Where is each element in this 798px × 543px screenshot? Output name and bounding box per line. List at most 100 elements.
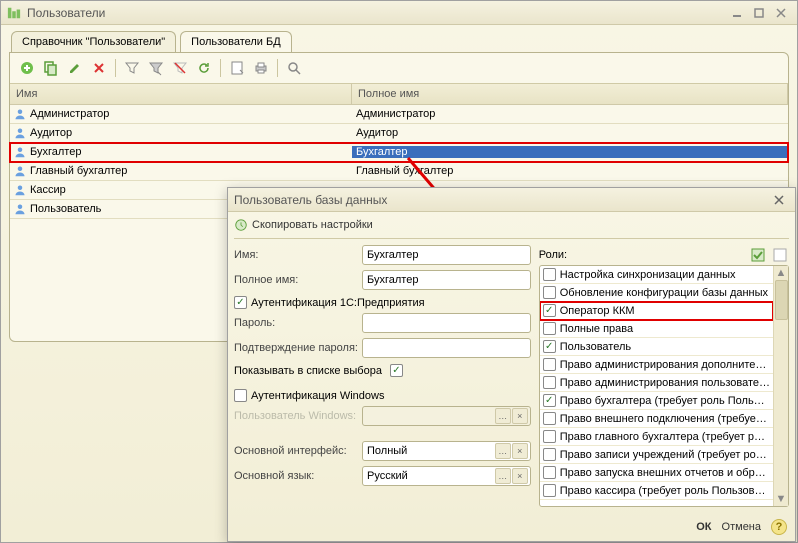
separator [115,59,116,77]
search-button[interactable] [283,57,305,79]
role-row[interactable]: Право запуска внешних отчетов и обр… [540,464,773,482]
main-lang-open-button[interactable]: … [495,468,511,484]
auth-1c-row[interactable]: Аутентификация 1С:Предприятия [234,296,531,309]
dialog-close-button[interactable] [769,192,789,208]
cell-name: Главный бухгалтер [10,165,352,177]
separator [220,59,221,77]
role-row[interactable]: Право внешнего подключения (требуе… [540,410,773,428]
dialog-title: Пользователь базы данных [234,193,767,207]
copy-button[interactable] [40,57,62,79]
role-row[interactable]: Обновление конфигурации базы данных [540,284,773,302]
main-lang-select[interactable]: Русский … × [362,466,531,486]
dialog-left-column: Имя: Полное имя: Аутентификация 1С:Предп… [234,245,531,507]
main-lang-clear-button[interactable]: × [512,468,528,484]
role-checkbox[interactable] [543,484,556,497]
output-button[interactable] [226,57,248,79]
table-row[interactable]: АудиторАудитор [10,124,788,143]
roles-scrollbar[interactable]: ▲ ▼ [773,266,788,506]
cell-fullname: Администратор [352,108,788,120]
role-row[interactable]: Право записи учреждений (требует ро… [540,446,773,464]
cancel-button[interactable]: Отмена [722,521,761,533]
tab-reference-users[interactable]: Справочник "Пользователи" [11,31,176,52]
scroll-thumb[interactable] [775,280,788,320]
dialog-footer: ОК Отмена ? [696,519,787,535]
role-checkbox[interactable] [543,304,556,317]
table-row[interactable]: АдминистраторАдминистратор [10,105,788,124]
role-checkbox[interactable] [543,358,556,371]
app-icon [7,6,21,20]
roles-uncheck-all-button[interactable] [771,246,789,264]
copy-settings-icon [234,218,248,232]
role-label: Право главного бухгалтера (требует р… [560,431,765,443]
refresh-button[interactable] [193,57,215,79]
table-row[interactable]: БухгалтерБухгалтер [10,143,788,162]
close-button[interactable] [771,5,791,21]
scroll-down-icon[interactable]: ▼ [775,492,788,506]
main-interface-select[interactable]: Полный … × [362,441,531,461]
delete-button[interactable] [88,57,110,79]
filter-button-2[interactable] [145,57,167,79]
print-button[interactable] [250,57,272,79]
ok-button[interactable]: ОК [696,521,711,533]
role-checkbox[interactable] [543,376,556,389]
separator [277,59,278,77]
role-checkbox[interactable] [543,394,556,407]
show-in-list-checkbox[interactable] [390,364,403,377]
dialog-toolbar: Скопировать настройки [234,216,789,239]
role-row[interactable]: Оператор ККМ [540,302,773,320]
main-interface-open-button[interactable]: … [495,443,511,459]
table-row[interactable]: Главный бухгалтерГлавный бухгалтер [10,162,788,181]
db-user-dialog: Пользователь базы данных Скопировать нас… [227,187,796,542]
main-interface-value: Полный [367,445,407,457]
help-button[interactable]: ? [771,519,787,535]
copy-settings-button[interactable]: Скопировать настройки [234,218,373,232]
role-checkbox[interactable] [543,340,556,353]
role-checkbox[interactable] [543,448,556,461]
name-input[interactable] [362,245,531,265]
role-row[interactable]: Право кассира (требует роль Пользов… [540,482,773,500]
add-button[interactable] [16,57,38,79]
roles-listbox: Настройка синхронизации данных Обновление… [539,265,789,507]
dialog-titlebar: Пользователь базы данных [228,188,795,212]
role-checkbox[interactable] [543,322,556,335]
role-label: Обновление конфигурации базы данных [560,287,768,299]
win-user-select-button[interactable]: … [495,408,511,424]
role-checkbox[interactable] [543,466,556,479]
show-in-list-row[interactable]: Показывать в списке выбора [234,364,531,377]
minimize-button[interactable] [727,5,747,21]
fullname-input[interactable] [362,270,531,290]
role-row[interactable]: Право бухгалтера (требует роль Поль… [540,392,773,410]
auth-win-row[interactable]: Аутентификация Windows [234,389,531,402]
role-row[interactable]: Право администрирования пользовате… [540,374,773,392]
role-row[interactable]: Право администрирования дополните… [540,356,773,374]
password-input[interactable] [362,313,531,333]
role-row[interactable]: Полные права [540,320,773,338]
main-interface-clear-button[interactable]: × [512,443,528,459]
column-fullname-header[interactable]: Полное имя [352,84,788,104]
roles-check-all-button[interactable] [749,246,767,264]
column-name-header[interactable]: Имя [10,84,352,104]
main-lang-label: Основной язык: [234,470,362,482]
role-checkbox[interactable] [543,286,556,299]
password-confirm-input[interactable] [362,338,531,358]
tab-db-users[interactable]: Пользователи БД [180,31,292,52]
role-row[interactable]: Право главного бухгалтера (требует р… [540,428,773,446]
role-row[interactable]: Пользователь [540,338,773,356]
filter-button[interactable] [121,57,143,79]
auth-win-checkbox[interactable] [234,389,247,402]
maximize-button[interactable] [749,5,769,21]
scroll-up-icon[interactable]: ▲ [775,266,788,280]
role-row[interactable]: Настройка синхронизации данных [540,266,773,284]
auth-1c-checkbox[interactable] [234,296,247,309]
win-user-clear-button[interactable]: × [512,408,528,424]
role-checkbox[interactable] [543,430,556,443]
role-checkbox[interactable] [543,268,556,281]
edit-button[interactable] [64,57,86,79]
role-label: Право бухгалтера (требует роль Поль… [560,395,765,407]
roles-list[interactable]: Настройка синхронизации данных Обновление… [540,266,773,506]
main-interface-label: Основной интерфейс: [234,445,362,457]
role-checkbox[interactable] [543,412,556,425]
copy-settings-label: Скопировать настройки [252,219,373,231]
password-confirm-label: Подтверждение пароля: [234,342,362,354]
clear-filter-button[interactable] [169,57,191,79]
